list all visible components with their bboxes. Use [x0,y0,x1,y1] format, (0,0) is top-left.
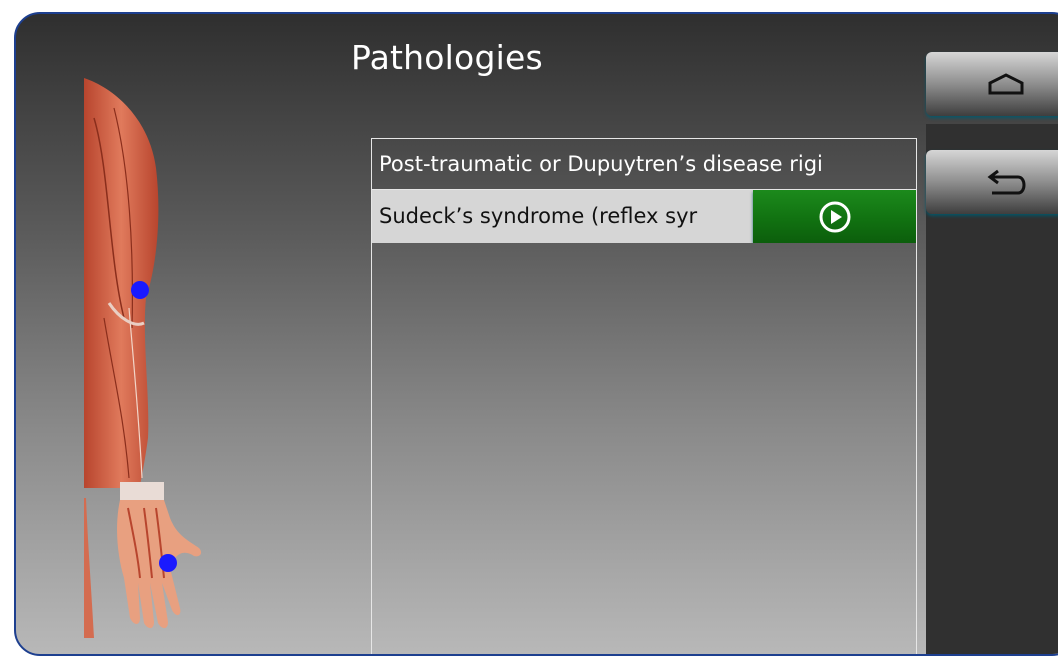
pathology-list: Post-traumatic or Dupuytren’s disease ri… [371,138,917,654]
home-button[interactable] [926,52,1058,116]
list-item-label: Post-traumatic or Dupuytren’s disease ri… [379,152,823,176]
arm-anatomy-illustration [84,78,202,638]
list-item-label: Sudeck’s syndrome (reflex syr [379,204,698,228]
list-item-selected[interactable]: Sudeck’s syndrome (reflex syr [372,190,916,243]
marker-upper-arm[interactable] [131,281,149,299]
page-title: Pathologies [351,38,543,77]
back-button[interactable] [926,150,1058,214]
list-item[interactable]: Post-traumatic or Dupuytren’s disease ri… [372,139,916,190]
back-arrow-icon [987,169,1026,195]
marker-hand[interactable] [159,554,177,572]
home-icon [988,73,1024,95]
play-circle-icon [819,201,850,232]
app-screen: Pathologies Post-traumatic or Dupuytren’… [14,12,1058,656]
play-button[interactable] [753,190,916,243]
